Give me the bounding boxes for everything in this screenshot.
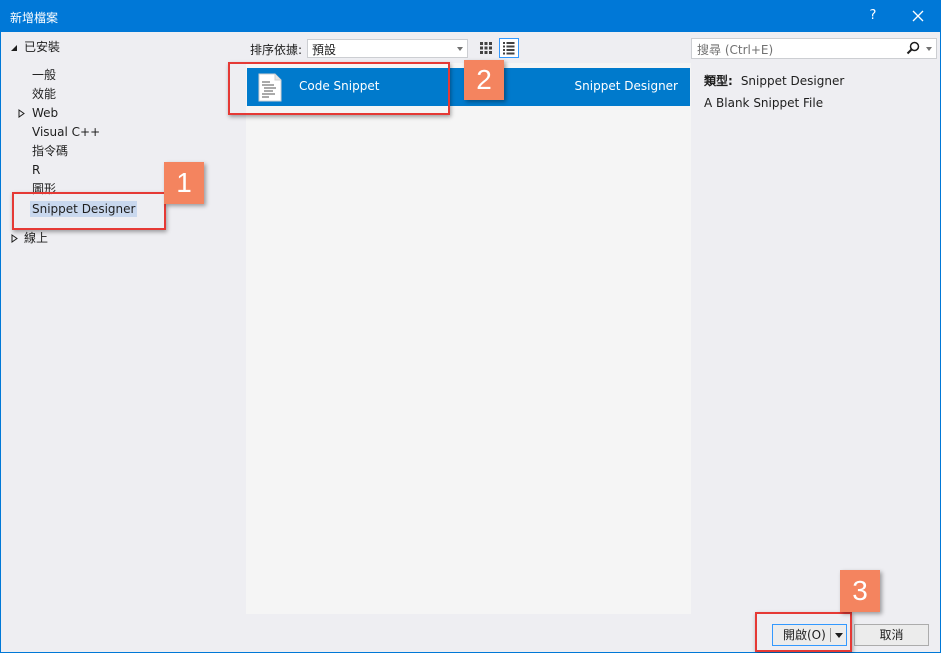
expanded-arrow-icon [11, 45, 17, 51]
tree-node-label: R [32, 163, 41, 177]
cancel-button[interactable]: 取消 [854, 624, 929, 646]
search-icon [906, 41, 920, 55]
title-bar: 新增檔案 ? [1, 1, 940, 32]
tree-item-general[interactable]: 一般 [32, 66, 56, 85]
tree-node-installed[interactable]: 已安裝 [9, 38, 60, 57]
collapsed-arrow-icon [11, 234, 18, 243]
collapsed-arrow-icon [18, 109, 25, 118]
highlight-box-template [228, 62, 450, 115]
tree-node-label: 指令碼 [32, 144, 69, 158]
tree-node-label: Visual C++ [32, 125, 101, 139]
tree-item-visual-cpp[interactable]: Visual C++ [32, 123, 100, 142]
tree-item-script[interactable]: 指令碼 [32, 142, 68, 161]
tree-item-web[interactable]: Web [16, 104, 58, 123]
tree-node-label: 一般 [32, 68, 57, 82]
sort-by-label: 排序依據: [250, 43, 303, 57]
template-list: Code Snippet Snippet Designer [246, 63, 691, 614]
grid-view-button[interactable] [476, 38, 496, 58]
step-badge-3: 3 [840, 570, 880, 612]
details-type-label: 類型: [704, 74, 733, 88]
tree-node-label: 效能 [32, 87, 57, 101]
search-input[interactable]: 搜尋 (Ctrl+E) [691, 38, 937, 59]
new-file-dialog: 新增檔案 ? 已安裝 一般 效能 Web Visual C++ 指令碼 R 圖形… [0, 0, 941, 653]
tree-node-label: 線上 [24, 231, 49, 245]
search-placeholder: 搜尋 (Ctrl+E) [697, 43, 774, 57]
step-badge-2: 2 [464, 60, 504, 100]
highlight-box-category [12, 192, 166, 230]
template-type: Snippet Designer [574, 79, 678, 93]
sort-by-value: 預設 [312, 43, 337, 57]
tree-item-r[interactable]: R [32, 161, 40, 180]
tree-node-label: 已安裝 [24, 40, 61, 54]
step-badge-1: 1 [164, 162, 204, 204]
details-description: A Blank Snippet File [704, 96, 824, 110]
search-options-chevron-icon[interactable] [926, 47, 932, 51]
highlight-box-open [755, 612, 852, 652]
grid-view-icon [480, 42, 492, 54]
close-icon [912, 10, 924, 22]
category-tree: 已安裝 一般 效能 Web Visual C++ 指令碼 R 圖形 Snippe… [1, 32, 246, 614]
help-button[interactable]: ? [859, 5, 887, 27]
details-type: 類型: Snippet Designer [704, 72, 844, 89]
close-button[interactable] [903, 4, 933, 28]
sort-by-dropdown[interactable]: 預設 [307, 39, 468, 58]
list-view-button[interactable] [499, 38, 519, 58]
dialog-title: 新增檔案 [10, 11, 59, 25]
details-type-value: Snippet Designer [740, 74, 845, 88]
tree-node-label: Web [32, 106, 59, 120]
list-view-icon [503, 42, 515, 55]
tree-item-performance[interactable]: 效能 [32, 85, 56, 104]
tree-node-online[interactable]: 線上 [9, 229, 48, 248]
chevron-down-icon [457, 47, 463, 51]
